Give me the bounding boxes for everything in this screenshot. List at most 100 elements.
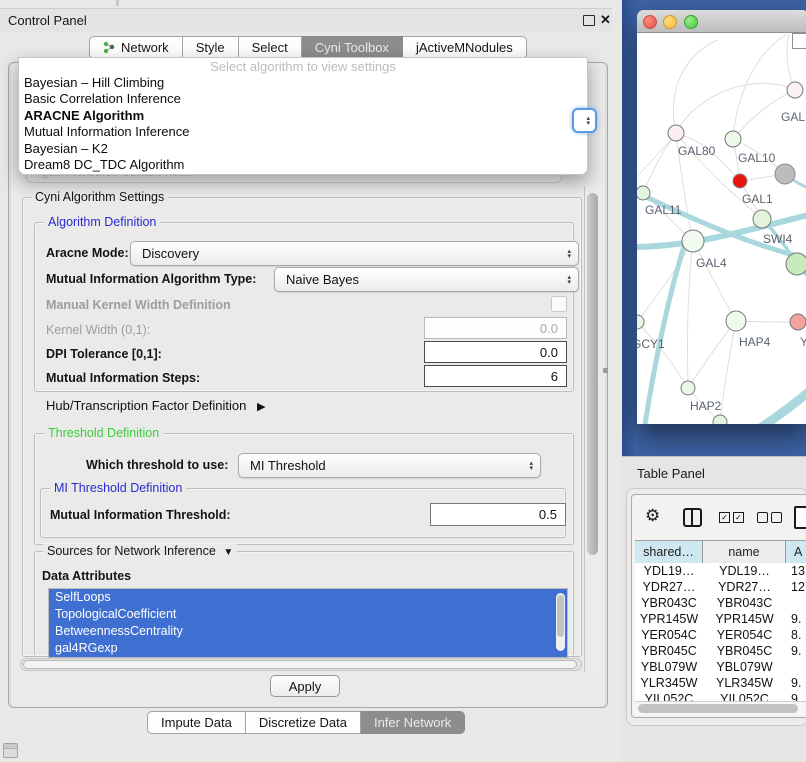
table-window: ⚙ ✓ ✓ shared… name A [631,494,806,718]
hub-factor-expander[interactable]: Hub/Transcription Factor Definition ▶ [46,398,265,413]
panel-splitter-handle[interactable] [603,368,608,373]
node-green-large[interactable] [786,253,806,275]
settings-vertical-scrollbar[interactable] [584,186,600,672]
traffic-light-zoom-button[interactable] [684,15,698,29]
node-label-swi4: SWI4 [763,232,793,246]
gear-icon[interactable]: ⚙ [645,506,660,526]
control-panel-title: Control Panel [8,13,87,28]
algorithm-item-mutual-information[interactable]: Mutual Information Inference [19,124,587,140]
table-row[interactable]: YBL079W YBL079W [635,659,806,675]
node-gal1[interactable] [733,174,747,188]
table-row[interactable]: YDL19… YDL19… 13 [635,563,806,579]
table-toolbar: ⚙ ✓ ✓ [632,495,806,539]
node-label-gal1: GAL1 [742,192,773,206]
node-gray[interactable] [775,164,795,184]
node-gal10[interactable] [725,131,741,147]
float-panel-icon[interactable] [583,15,595,26]
sources-title-row[interactable]: Sources for Network Inference ▼ [43,544,237,558]
stepper-arrows-icon: ▴▾ [586,116,590,126]
node-swi4[interactable] [753,210,771,228]
tab-jactivemnodules[interactable]: jActiveMNodules [403,36,527,59]
algorithm-definition-title: Algorithm Definition [44,215,160,229]
node-gal4[interactable] [682,230,704,252]
node-salmon[interactable] [790,314,806,330]
dpi-tolerance-input[interactable]: 0.0 [424,341,567,363]
node-label-gal-top: GAL [781,110,805,124]
aracne-mode-value: Discovery [142,246,199,261]
tab-style[interactable]: Style [183,36,239,59]
settings-horizontal-scrollbar[interactable] [20,658,582,671]
column-header-shared-name[interactable]: shared… [635,541,703,563]
mi-algorithm-type-combobox[interactable]: Naive Bayes ▴▾ [274,267,579,292]
table-row[interactable]: YDR27… YDR27… 12 [635,579,806,595]
tab-discretize-data[interactable]: Discretize Data [246,711,361,734]
kernel-width-input[interactable]: 0.0 [424,317,567,339]
column-header-name[interactable]: name [703,541,786,563]
list-item-topologicalcoefficient[interactable]: TopologicalCoefficient [49,606,567,623]
algorithm-item-dream8[interactable]: Dream8 DC_TDC Algorithm [19,157,587,173]
algorithm-item-bayesian-hill-climbing[interactable]: Bayesian – Hill Climbing [19,75,587,91]
control-panel: Control Panel ✕ Network Style Select [0,0,612,762]
deselect-all-icon[interactable] [757,512,782,523]
mi-threshold-input[interactable]: 0.5 [430,503,566,526]
node-label-gcy1: GCY1 [637,337,665,351]
table-row[interactable]: YER054C YER054C 8. [635,627,806,643]
table-row[interactable]: YLR345W YLR345W 9. [635,675,806,691]
column-header-partial[interactable]: A [786,541,806,563]
list-item-betweennesscentrality[interactable]: BetweennessCentrality [49,623,567,640]
algorithm-popup: Select algorithm to view settings Bayesi… [18,57,588,175]
select-all-icon[interactable]: ✓ ✓ [719,512,744,523]
data-attributes-list: SelfLoops TopologicalCoefficient Between… [48,588,568,658]
node-label-gal4: GAL4 [696,256,727,270]
manual-kernel-width-checkbox[interactable] [551,296,567,312]
list-vertical-scrollbar[interactable] [556,593,565,651]
traffic-light-close-button[interactable] [643,15,657,29]
node-gcy1[interactable] [637,315,644,329]
tab-select[interactable]: Select [239,36,302,59]
table-panel-section: Table Panel ⚙ ✓ ✓ sha [622,456,806,762]
table-row[interactable]: YPR145W YPR145W 9. [635,611,806,627]
table-row[interactable]: YBR043C YBR043C [635,595,806,611]
table-row[interactable]: YBR045C YBR045C 9. [635,643,806,659]
network-window-titlebar[interactable] [637,10,806,33]
minimized-panel-icon[interactable] [3,743,18,758]
table-row[interactable]: YIL052C YIL052C 9. [635,691,806,701]
close-panel-icon[interactable]: ✕ [600,12,611,28]
tab-infer-network[interactable]: Infer Network [361,711,465,734]
collapse-down-icon: ▼ [223,547,233,558]
list-item-gal4rgexp[interactable]: gal4RGexp [49,640,567,657]
node-label-gal11: GAL11 [645,203,682,217]
node-hap2[interactable] [681,381,695,395]
list-item-selfloops[interactable]: SelfLoops [49,589,567,606]
algorithm-popup-placeholder: Select algorithm to view settings [19,58,587,75]
cyni-algorithm-settings-title: Cyni Algorithm Settings [31,190,168,204]
apply-button[interactable]: Apply [270,675,340,697]
node-hap4[interactable] [726,311,746,331]
stepper-arrows-icon: ▴▾ [567,249,571,259]
algorithm-combobox-arrow-button[interactable]: ▴▾ [572,108,597,133]
algorithm-item-basic-correlation[interactable]: Basic Correlation Inference [19,91,587,107]
node-gal11[interactable] [637,186,650,200]
table-horizontal-scrollbar[interactable] [635,701,806,715]
tab-network[interactable]: Network [89,36,183,59]
tab-impute-data[interactable]: Impute Data [147,711,246,734]
application-window: Control Panel ✕ Network Style Select [0,0,806,762]
stepper-arrows-icon: ▴▾ [529,461,533,471]
algorithm-item-bayesian-k2[interactable]: Bayesian – K2 [19,141,587,157]
split-columns-icon[interactable] [683,508,702,527]
algorithm-item-aracne[interactable]: ARACNE Algorithm [19,108,587,124]
node-label-gal10: GAL10 [738,151,776,165]
node-pink-top[interactable] [787,82,803,98]
mi-steps-input[interactable]: 6 [424,365,567,387]
tab-cyni-toolbox[interactable]: Cyni Toolbox [302,36,403,59]
mi-threshold-label: Mutual Information Threshold: [50,508,231,522]
node-bottom[interactable] [713,415,727,424]
page-icon[interactable] [794,506,806,529]
which-threshold-combobox[interactable]: MI Threshold ▴▾ [238,453,541,478]
node-label-gal80: GAL80 [678,144,716,158]
network-canvas[interactable]: GAL80 GAL10 GAL1 GAL11 SWI4 GAL4 GCY1 HA… [637,32,806,424]
traffic-light-minimize-button[interactable] [663,15,677,29]
aracne-mode-combobox[interactable]: Discovery ▴▾ [130,241,579,266]
manual-kernel-width-label: Manual Kernel Width Definition [46,298,231,312]
node-gal80[interactable] [668,125,684,141]
